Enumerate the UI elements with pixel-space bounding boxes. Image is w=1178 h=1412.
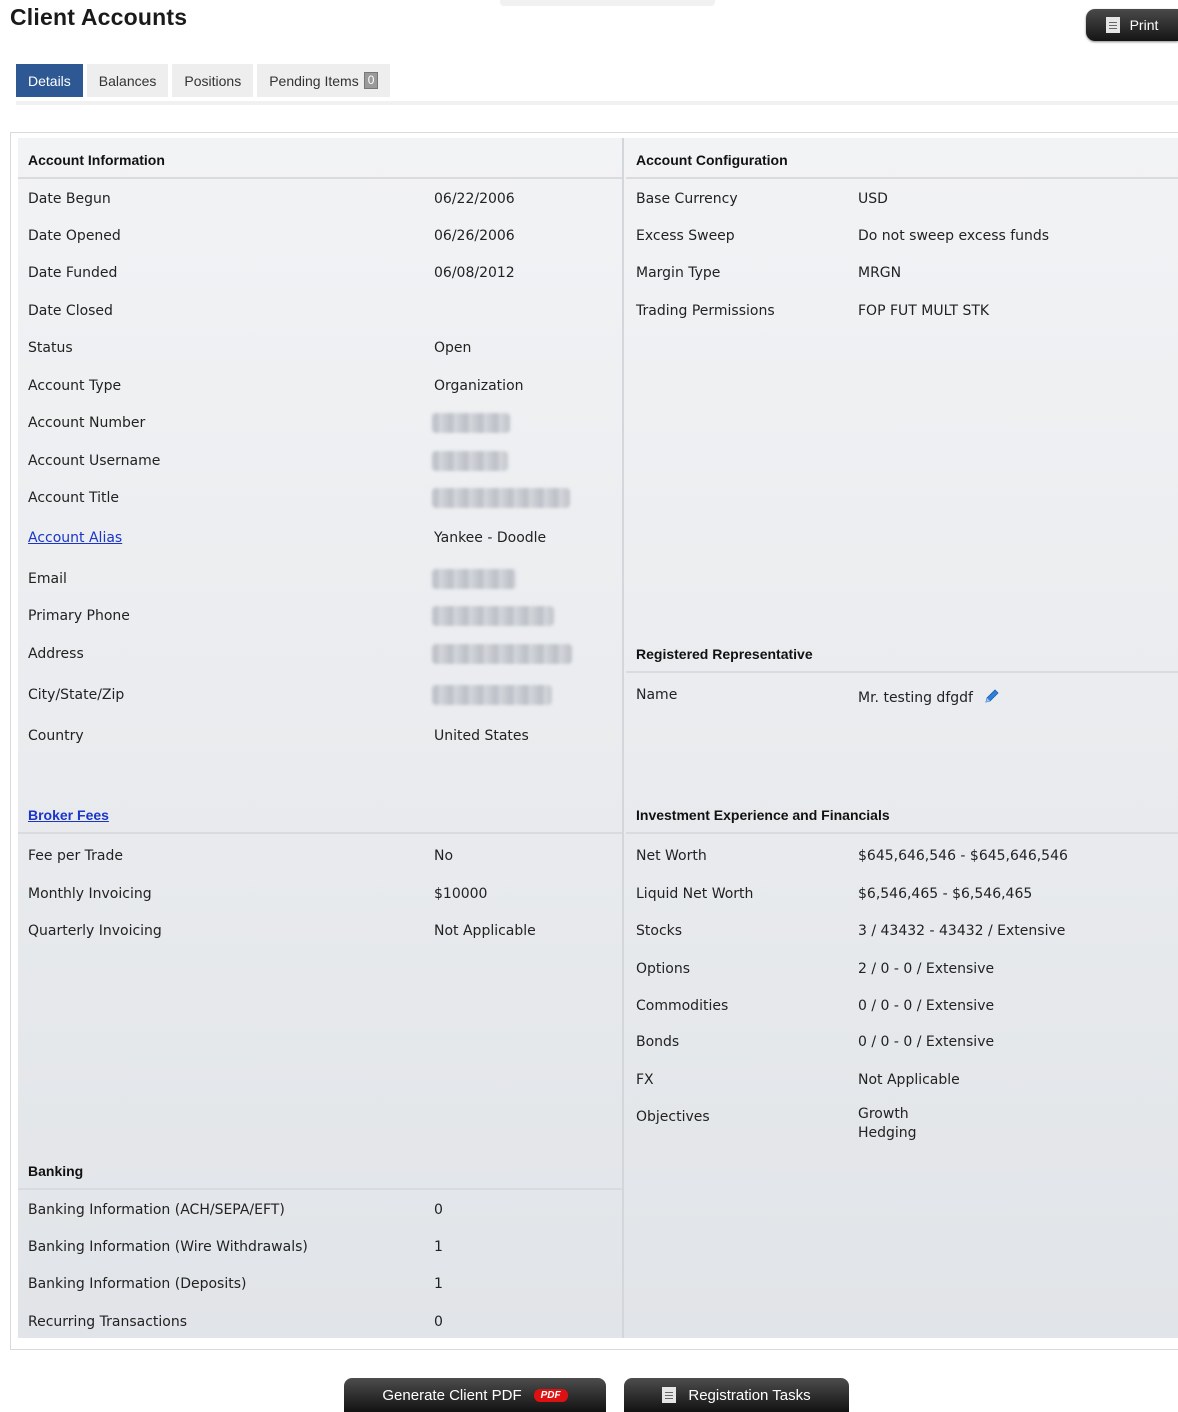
pdf-icon: PDF (533, 1388, 568, 1402)
field-label: City/State/Zip (28, 687, 125, 703)
field-value: 0 (434, 1314, 443, 1330)
field-value: No (434, 848, 454, 864)
field-value: $6,546,465 - $6,546,465 (858, 886, 1033, 902)
tab-underline (16, 101, 1178, 105)
field-value: 3 / 43432 - 43432 / Extensive (858, 923, 1066, 939)
print-button[interactable]: Print (1086, 9, 1178, 41)
pencil-edit-icon[interactable] (983, 687, 1001, 705)
field-label: Status (28, 340, 73, 356)
field-value: FOP FUT MULT STK (858, 303, 990, 319)
field-value: $10000 (434, 886, 488, 902)
field-value: 0 (434, 1202, 443, 1218)
field-value: United States (434, 728, 529, 744)
tab-balances[interactable]: Balances (86, 64, 169, 97)
tab-positions[interactable]: Positions (172, 64, 254, 97)
generate-client-pdf-button[interactable]: Generate Client PDF PDF (344, 1378, 606, 1412)
field-value: Yankee - Doodle (434, 530, 547, 546)
field-label: Quarterly Invoicing (28, 923, 162, 939)
registration-tasks-label: Registration Tasks (688, 1386, 811, 1404)
field-label: Monthly Invoicing (28, 886, 152, 902)
field-value: MRGN (858, 265, 902, 281)
page-title: Client Accounts (10, 4, 188, 30)
field-label: Date Funded (28, 265, 118, 281)
field-label: Account Type (28, 378, 122, 394)
redacted-value (432, 685, 552, 705)
field-label: Net Worth (636, 848, 707, 864)
pending-count-badge: 0 (363, 72, 379, 89)
field-value: 06/08/2012 (434, 265, 515, 281)
field-label: Options (636, 961, 691, 977)
field-label: Margin Type (636, 265, 721, 281)
field-label: Banking Information (ACH/SEPA/EFT) (28, 1202, 285, 1218)
redacted-value (432, 413, 510, 433)
representative-name: Mr. testing dfgdf (858, 690, 973, 706)
field-label: Country (28, 728, 84, 744)
redacted-value (432, 488, 570, 508)
field-label: Liquid Net Worth (636, 886, 754, 902)
field-label: Bonds (636, 1034, 680, 1050)
field-label: Address (28, 646, 84, 662)
field-label: Commodities (636, 998, 729, 1014)
field-label: Account Title (28, 490, 119, 506)
field-value: $645,646,546 - $645,646,546 (858, 848, 1068, 864)
field-value: 1 (434, 1239, 443, 1255)
field-label: Email (28, 571, 67, 587)
field-label: FX (636, 1072, 654, 1088)
field-label: Date Closed (28, 303, 113, 319)
tab-bar: Details Balances Positions Pending Items… (16, 64, 391, 97)
field-value: 0 / 0 - 0 / Extensive (858, 998, 995, 1014)
field-value: Hedging (858, 1125, 917, 1141)
redacted-value (432, 644, 572, 664)
field-value: Mr. testing dfgdf (858, 687, 1001, 709)
document-icon (662, 1387, 677, 1403)
field-value: 06/22/2006 (434, 191, 515, 207)
field-value: Do not sweep excess funds (858, 228, 1050, 244)
redacted-value (432, 569, 516, 589)
field-value: 0 / 0 - 0 / Extensive (858, 1034, 995, 1050)
field-label: Date Begun (28, 191, 111, 207)
field-value: 2 / 0 - 0 / Extensive (858, 961, 995, 977)
field-label: Banking Information (Wire Withdrawals) (28, 1239, 308, 1255)
field-value: 1 (434, 1276, 443, 1292)
print-label: Print (1129, 17, 1159, 33)
field-value: Organization (434, 378, 524, 394)
generate-client-pdf-label: Generate Client PDF (382, 1386, 522, 1404)
redacted-value (432, 451, 508, 471)
field-label: Banking Information (Deposits) (28, 1276, 247, 1292)
field-label: Primary Phone (28, 608, 130, 624)
investment-header: Investment Experience and Financials (626, 798, 1178, 834)
field-label: Base Currency (636, 191, 738, 207)
field-label: Excess Sweep (636, 228, 735, 244)
account-configuration-header: Account Configuration (626, 143, 1178, 179)
field-label: Account Username (28, 453, 161, 469)
field-label: Recurring Transactions (28, 1314, 188, 1330)
field-label: Name (636, 687, 678, 703)
field-value: 06/26/2006 (434, 228, 515, 244)
banking-header: Banking (18, 1154, 622, 1190)
field-label: Date Opened (28, 228, 121, 244)
account-alias-link[interactable]: Account Alias (28, 527, 122, 549)
top-decoration (500, 0, 715, 6)
pencil-edit-icon-svg (985, 689, 999, 703)
field-value: Not Applicable (434, 923, 536, 939)
document-icon (1105, 17, 1120, 33)
tab-details[interactable]: Details (16, 64, 83, 97)
registration-tasks-button[interactable]: Registration Tasks (624, 1378, 849, 1412)
broker-fees-header: Broker Fees (18, 798, 622, 834)
field-value: Open (434, 340, 472, 356)
field-value: USD (858, 191, 888, 207)
account-information-header: Account Information (18, 143, 622, 179)
broker-fees-link[interactable]: Broker Fees (28, 807, 109, 823)
registered-representative-header: Registered Representative (626, 637, 1178, 673)
field-label: Account Number (28, 415, 146, 431)
field-label: Stocks (636, 923, 683, 939)
redacted-value (432, 606, 554, 626)
field-label: Objectives (636, 1109, 710, 1125)
field-value: Not Applicable (858, 1072, 960, 1088)
field-label: Fee per Trade (28, 848, 123, 864)
field-label: Trading Permissions (636, 303, 775, 319)
tab-pending-items[interactable]: Pending Items 0 (257, 64, 391, 97)
